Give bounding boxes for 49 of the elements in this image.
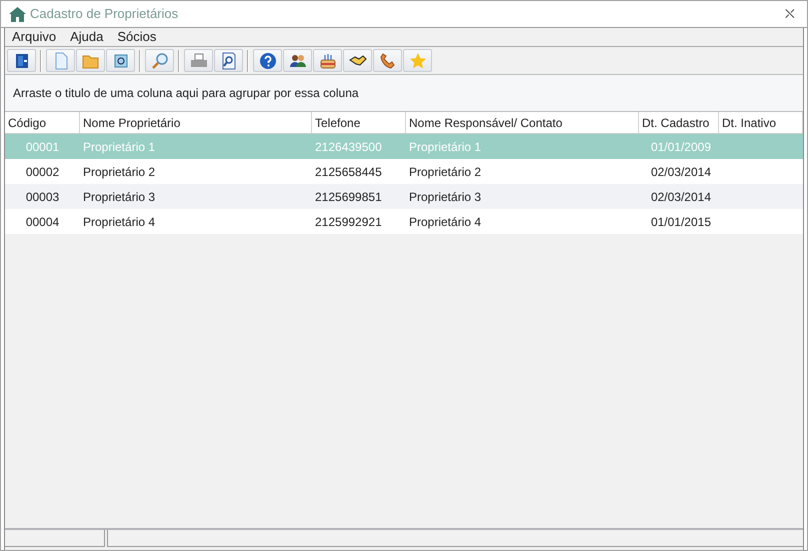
- table-cell: 2125658445: [315, 164, 382, 178]
- column-header[interactable]: Código: [5, 112, 80, 133]
- cake-icon: [318, 52, 336, 70]
- table-cell: Proprietário 1: [83, 140, 156, 154]
- menu-item[interactable]: Sócios: [117, 27, 156, 47]
- toolbar-button[interactable]: [7, 49, 36, 72]
- table-cell: 02/03/2014: [650, 164, 711, 178]
- column-header[interactable]: Telefone: [312, 112, 406, 133]
- toolbar-button[interactable]: [283, 49, 312, 72]
- column-header[interactable]: Nome Proprietário: [80, 112, 312, 133]
- table-cell: 00001: [26, 140, 60, 154]
- table-row[interactable]: 00003 Proprietário 3 2125699851 Proprietário 3 02/03/2014: [5, 184, 803, 209]
- preview-icon: [220, 52, 238, 70]
- toolbar-button[interactable]: [253, 49, 282, 72]
- table-cell: 01/01/2015: [650, 214, 711, 228]
- table-row[interactable]: 00004 Proprietário 4 2125992921 Proprietário 4 01/01/2015: [5, 209, 803, 234]
- close-button[interactable]: ⛌: [781, 4, 799, 24]
- table-cell: 00003: [26, 190, 60, 204]
- table-cell: 01/01/2009: [650, 140, 711, 154]
- star-icon: [408, 52, 426, 70]
- column-header[interactable]: Dt. Inativo: [719, 112, 803, 133]
- toolbar-button[interactable]: [343, 49, 372, 72]
- table-cell: Proprietário 1: [409, 140, 482, 154]
- help-icon: [258, 52, 276, 70]
- column-header[interactable]: Dt. Cadastro: [639, 112, 719, 133]
- table-cell: Proprietário 2: [83, 164, 156, 178]
- table-cell: 2125699851: [315, 190, 382, 204]
- toolbar-button[interactable]: [106, 49, 135, 72]
- search-icon: [150, 52, 168, 70]
- menu-item[interactable]: Arquivo: [12, 27, 56, 47]
- toolbar-button[interactable]: [214, 49, 243, 72]
- table-cell: 2125992921: [315, 214, 382, 228]
- table-cell: 2126439500: [315, 140, 382, 154]
- home-icon: [9, 6, 26, 22]
- window-title: Cadastro de Proprietários: [30, 5, 178, 24]
- table-cell: Proprietário 4: [83, 214, 156, 228]
- table-cell: Proprietário 2: [409, 164, 482, 178]
- printer-icon: [190, 52, 208, 70]
- menu-item[interactable]: Ajuda: [70, 27, 104, 47]
- table-row[interactable]: 00002 Proprietário 2 2125658445 Proprietário 2 02/03/2014: [5, 159, 803, 184]
- group-panel-hint: Arraste o titulo de uma coluna aqui para agrupar por essa coluna: [13, 85, 359, 102]
- table-cell: Proprietário 4: [409, 214, 482, 228]
- table-cell: 00004: [26, 214, 60, 228]
- table-cell: 02/03/2014: [650, 190, 711, 204]
- phone-icon: [378, 52, 396, 70]
- table-cell: 00002: [26, 164, 60, 178]
- table-cell: Proprietário 3: [409, 190, 482, 204]
- table-cell: Proprietário 3: [83, 190, 156, 204]
- column-header[interactable]: Nome Responsável/ Contato: [406, 112, 639, 133]
